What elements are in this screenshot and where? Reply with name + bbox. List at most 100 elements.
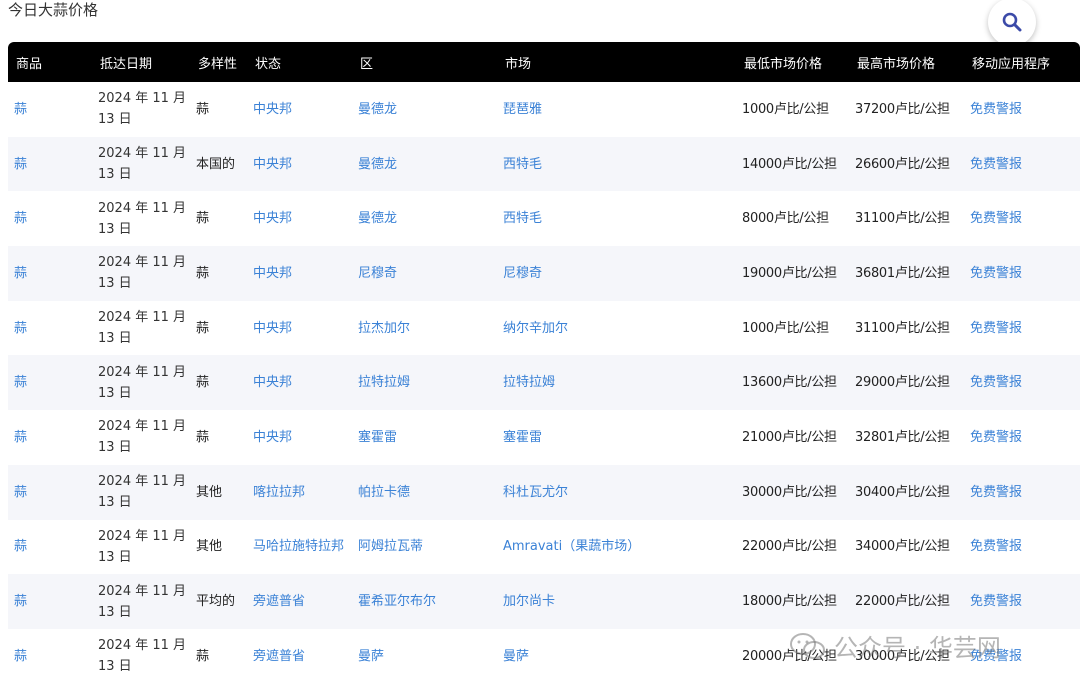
district-link[interactable]: 霍希亚尔布尔 bbox=[352, 574, 497, 629]
market-link-text[interactable]: 科杜瓦尤尔 bbox=[503, 485, 568, 500]
district-link[interactable]: 塞霍雷 bbox=[352, 410, 497, 465]
free-alert-link[interactable]: 免费警报 bbox=[964, 574, 1080, 629]
state-link-text[interactable]: 中央邦 bbox=[253, 102, 292, 117]
district-link-text[interactable]: 霍希亚尔布尔 bbox=[358, 594, 436, 609]
header-arrival-date[interactable]: 抵达日期 bbox=[92, 42, 190, 82]
header-variety[interactable]: 多样性 bbox=[190, 42, 247, 82]
market-link[interactable]: 塞霍雷 bbox=[497, 410, 736, 465]
district-link-text[interactable]: 帕拉卡德 bbox=[358, 485, 410, 500]
header-min-price[interactable]: 最低市场价格 bbox=[736, 42, 849, 82]
commodity-link-text[interactable]: 蒜 bbox=[14, 539, 27, 554]
free-alert-link-text[interactable]: 免费警报 bbox=[970, 375, 1022, 390]
state-link[interactable]: 中央邦 bbox=[247, 191, 352, 246]
district-link-text[interactable]: 尼穆奇 bbox=[358, 266, 397, 281]
header-commodity[interactable]: 商品 bbox=[8, 42, 92, 82]
commodity-link-text[interactable]: 蒜 bbox=[14, 102, 27, 117]
state-link[interactable]: 中央邦 bbox=[247, 301, 352, 356]
state-link-text[interactable]: 旁遮普省 bbox=[253, 594, 305, 609]
market-link-text[interactable]: 曼萨 bbox=[503, 649, 529, 664]
state-link[interactable]: 中央邦 bbox=[247, 410, 352, 465]
state-link-text[interactable]: 马哈拉施特拉邦 bbox=[253, 539, 344, 554]
free-alert-link[interactable]: 免费警报 bbox=[964, 301, 1080, 356]
district-link[interactable]: 曼德龙 bbox=[352, 82, 497, 137]
district-link-text[interactable]: 曼德龙 bbox=[358, 211, 397, 226]
header-max-price[interactable]: 最高市场价格 bbox=[849, 42, 964, 82]
commodity-link[interactable]: 蒜 bbox=[8, 355, 92, 410]
state-link-text[interactable]: 中央邦 bbox=[253, 211, 292, 226]
free-alert-link-text[interactable]: 免费警报 bbox=[970, 266, 1022, 281]
commodity-link[interactable]: 蒜 bbox=[8, 629, 92, 684]
free-alert-link-text[interactable]: 免费警报 bbox=[970, 211, 1022, 226]
free-alert-link-text[interactable]: 免费警报 bbox=[970, 485, 1022, 500]
district-link-text[interactable]: 曼萨 bbox=[358, 649, 384, 664]
state-link[interactable]: 中央邦 bbox=[247, 246, 352, 301]
market-link-text[interactable]: 西特毛 bbox=[503, 157, 542, 172]
state-link-text[interactable]: 中央邦 bbox=[253, 266, 292, 281]
commodity-link[interactable]: 蒜 bbox=[8, 410, 92, 465]
market-link[interactable]: Amravati（果蔬市场） bbox=[497, 520, 736, 575]
market-link-text[interactable]: 拉特拉姆 bbox=[503, 375, 555, 390]
commodity-link[interactable]: 蒜 bbox=[8, 301, 92, 356]
free-alert-link-text[interactable]: 免费警报 bbox=[970, 157, 1022, 172]
state-link-text[interactable]: 中央邦 bbox=[253, 321, 292, 336]
state-link-text[interactable]: 中央邦 bbox=[253, 157, 292, 172]
state-link[interactable]: 喀拉拉邦 bbox=[247, 465, 352, 520]
state-link[interactable]: 中央邦 bbox=[247, 355, 352, 410]
free-alert-link[interactable]: 免费警报 bbox=[964, 410, 1080, 465]
market-link[interactable]: 加尔尚卡 bbox=[497, 574, 736, 629]
free-alert-link-text[interactable]: 免费警报 bbox=[970, 649, 1022, 664]
free-alert-link-text[interactable]: 免费警报 bbox=[970, 430, 1022, 445]
state-link[interactable]: 旁遮普省 bbox=[247, 574, 352, 629]
district-link[interactable]: 帕拉卡德 bbox=[352, 465, 497, 520]
free-alert-link[interactable]: 免费警报 bbox=[964, 82, 1080, 137]
district-link-text[interactable]: 拉杰加尔 bbox=[358, 321, 410, 336]
market-link-text[interactable]: Amravati（果蔬市场） bbox=[503, 539, 640, 554]
market-link[interactable]: 纳尔辛加尔 bbox=[497, 301, 736, 356]
commodity-link[interactable]: 蒜 bbox=[8, 82, 92, 137]
commodity-link[interactable]: 蒜 bbox=[8, 520, 92, 575]
header-mobile-app[interactable]: 移动应用程序 bbox=[964, 42, 1080, 82]
commodity-link-text[interactable]: 蒜 bbox=[14, 430, 27, 445]
district-link[interactable]: 阿姆拉瓦蒂 bbox=[352, 520, 497, 575]
commodity-link-text[interactable]: 蒜 bbox=[14, 157, 27, 172]
header-state[interactable]: 状态 bbox=[247, 42, 352, 82]
market-link[interactable]: 科杜瓦尤尔 bbox=[497, 465, 736, 520]
district-link[interactable]: 尼穆奇 bbox=[352, 246, 497, 301]
market-link[interactable]: 西特毛 bbox=[497, 137, 736, 192]
commodity-link[interactable]: 蒜 bbox=[8, 137, 92, 192]
commodity-link[interactable]: 蒜 bbox=[8, 191, 92, 246]
state-link-text[interactable]: 旁遮普省 bbox=[253, 649, 305, 664]
district-link-text[interactable]: 阿姆拉瓦蒂 bbox=[358, 539, 423, 554]
free-alert-link-text[interactable]: 免费警报 bbox=[970, 102, 1022, 117]
state-link-text[interactable]: 中央邦 bbox=[253, 375, 292, 390]
free-alert-link[interactable]: 免费警报 bbox=[964, 191, 1080, 246]
free-alert-link-text[interactable]: 免费警报 bbox=[970, 594, 1022, 609]
market-link[interactable]: 尼穆奇 bbox=[497, 246, 736, 301]
market-link-text[interactable]: 西特毛 bbox=[503, 211, 542, 226]
header-district[interactable]: 区 bbox=[352, 42, 497, 82]
state-link[interactable]: 中央邦 bbox=[247, 82, 352, 137]
commodity-link[interactable]: 蒜 bbox=[8, 465, 92, 520]
district-link[interactable]: 拉杰加尔 bbox=[352, 301, 497, 356]
free-alert-link[interactable]: 免费警报 bbox=[964, 355, 1080, 410]
state-link-text[interactable]: 喀拉拉邦 bbox=[253, 485, 305, 500]
commodity-link-text[interactable]: 蒜 bbox=[14, 211, 27, 226]
commodity-link-text[interactable]: 蒜 bbox=[14, 485, 27, 500]
district-link[interactable]: 曼萨 bbox=[352, 629, 497, 684]
commodity-link-text[interactable]: 蒜 bbox=[14, 649, 27, 664]
market-link-text[interactable]: 加尔尚卡 bbox=[503, 594, 555, 609]
district-link-text[interactable]: 塞霍雷 bbox=[358, 430, 397, 445]
free-alert-link[interactable]: 免费警报 bbox=[964, 629, 1080, 684]
state-link[interactable]: 旁遮普省 bbox=[247, 629, 352, 684]
state-link[interactable]: 中央邦 bbox=[247, 137, 352, 192]
market-link[interactable]: 西特毛 bbox=[497, 191, 736, 246]
free-alert-link[interactable]: 免费警报 bbox=[964, 465, 1080, 520]
commodity-link-text[interactable]: 蒜 bbox=[14, 321, 27, 336]
market-link[interactable]: 曼萨 bbox=[497, 629, 736, 684]
free-alert-link-text[interactable]: 免费警报 bbox=[970, 539, 1022, 554]
market-link[interactable]: 拉特拉姆 bbox=[497, 355, 736, 410]
district-link[interactable]: 曼德龙 bbox=[352, 137, 497, 192]
header-market[interactable]: 市场 bbox=[497, 42, 736, 82]
commodity-link-text[interactable]: 蒜 bbox=[14, 375, 27, 390]
free-alert-link[interactable]: 免费警报 bbox=[964, 246, 1080, 301]
